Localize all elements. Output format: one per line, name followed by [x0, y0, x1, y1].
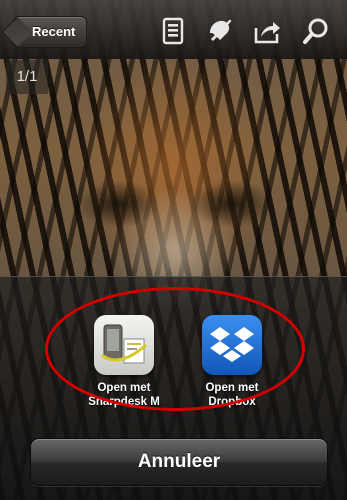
thumbnails-icon[interactable] [158, 16, 188, 46]
back-button-label: Recent [32, 24, 76, 39]
dropbox-label: Open met Dropbox [184, 381, 280, 409]
screen: Recent 1/1 Open met Sharpdesk M Open met… [0, 0, 347, 500]
open-in-dropbox-button[interactable]: Open met Dropbox [184, 315, 280, 409]
page-counter: 1/1 [6, 60, 48, 94]
dropbox-label-line2: Dropbox [208, 396, 256, 408]
share-icon[interactable] [252, 16, 282, 46]
sharpdesk-app-icon [94, 315, 154, 375]
dropbox-label-line1: Open met [205, 382, 259, 394]
dropbox-app-icon [202, 315, 262, 375]
navigation-bar: Recent [0, 0, 347, 59]
back-button[interactable]: Recent [13, 16, 88, 48]
sharpdesk-label-line2: Sharpdesk M [88, 396, 160, 408]
bookmark-icon[interactable] [204, 16, 234, 46]
cancel-button[interactable]: Annuleer [30, 438, 328, 486]
search-icon[interactable] [301, 16, 331, 46]
sharpdesk-label-line1: Open met [97, 382, 151, 394]
sharpdesk-label: Open met Sharpdesk M [76, 381, 172, 409]
open-in-sharpdesk-button[interactable]: Open met Sharpdesk M [76, 315, 172, 409]
